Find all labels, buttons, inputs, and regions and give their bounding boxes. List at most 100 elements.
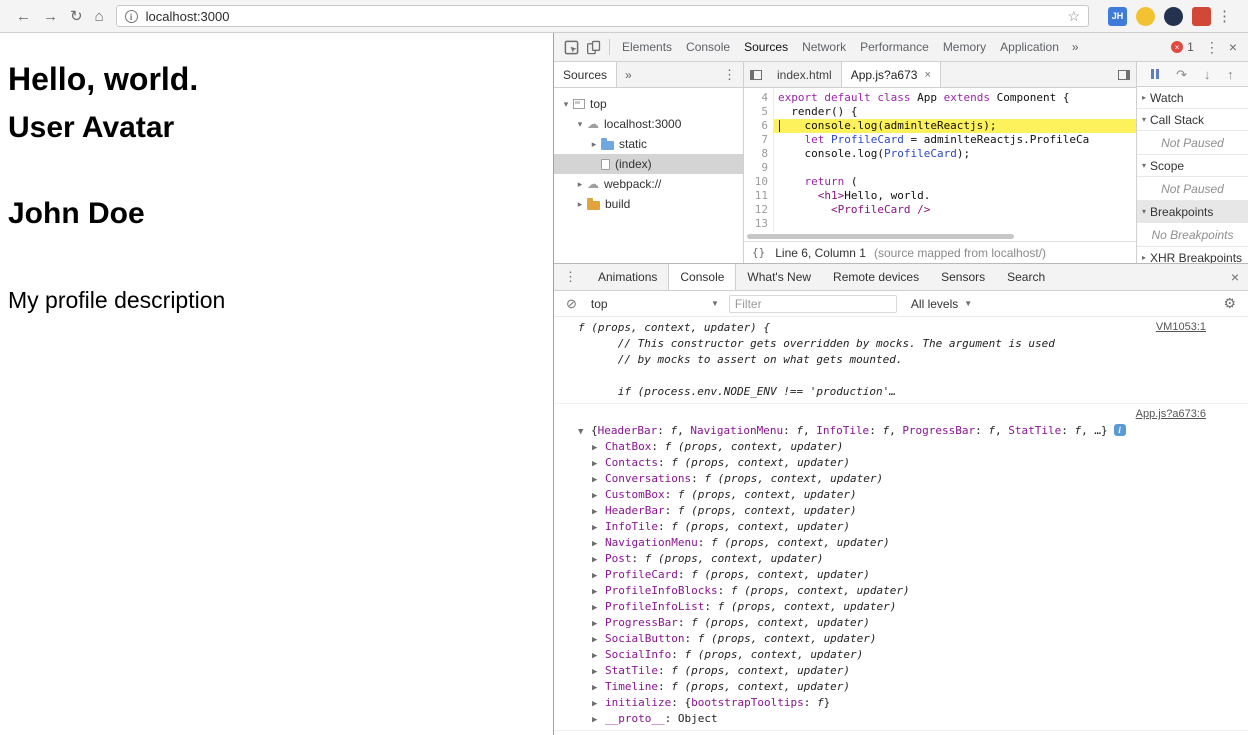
object-property[interactable]: ▶ InfoTile: f (props, context, updater)	[592, 519, 1236, 535]
editor-tab-index-html[interactable]: index.html	[768, 62, 842, 87]
devtools-close-icon[interactable]: ×	[1229, 39, 1237, 55]
page-info-icon[interactable]	[124, 9, 138, 23]
tree-item-webpack[interactable]: ▸ webpack://	[554, 174, 743, 194]
object-property[interactable]: ▶ Conversations: f (props, context, updat…	[592, 471, 1236, 487]
devtools-menu-icon[interactable]: ⋮	[1205, 39, 1219, 56]
drawer-tab-search[interactable]: Search	[996, 264, 1056, 290]
collapse-triangle-icon[interactable]: ▼	[578, 424, 591, 439]
expand-triangle-icon[interactable]: ▶	[592, 520, 605, 535]
object-property[interactable]: ▶ ProgressBar: f (props, context, updater…	[592, 615, 1236, 631]
expand-triangle-icon[interactable]: ▶	[592, 472, 605, 487]
expand-triangle-icon[interactable]: ▶	[592, 632, 605, 647]
browser-menu-icon[interactable]: ⋮	[1217, 7, 1232, 25]
expander-icon[interactable]: ▾	[574, 119, 586, 130]
object-property[interactable]: ▶ ChatBox: f (props, context, updater)	[592, 439, 1236, 455]
tree-item-static[interactable]: ▸ static	[554, 134, 743, 154]
object-property[interactable]: ▶ NavigationMenu: f (props, context, upda…	[592, 535, 1236, 551]
expand-triangle-icon[interactable]: ▶	[592, 648, 605, 663]
devtools-tab-application[interactable]: Application	[993, 33, 1066, 62]
expander-icon[interactable]: ▾	[560, 99, 572, 110]
step-out-icon[interactable]: ↑	[1227, 68, 1234, 81]
bookmark-star-icon[interactable]: ☆	[1067, 8, 1080, 25]
log-level-selector[interactable]: All levels ▼	[911, 297, 972, 311]
pause-script-icon[interactable]	[1151, 69, 1160, 79]
object-property[interactable]: ▶ ProfileInfoList: f (props, context, upd…	[592, 599, 1236, 615]
editor-tab-app-js-a673[interactable]: App.js?a673 ×	[841, 62, 941, 87]
navigator-menu-icon[interactable]: ⋮	[716, 67, 743, 83]
navigator-tab-sources[interactable]: Sources	[554, 62, 618, 87]
home-icon[interactable]: ⌂	[95, 8, 104, 25]
drawer-tab-sensors[interactable]: Sensors	[930, 264, 996, 290]
object-property[interactable]: ▶ SocialInfo: f (props, context, updater)	[592, 647, 1236, 663]
expand-triangle-icon[interactable]: ▶	[592, 664, 605, 679]
expand-triangle-icon[interactable]: ▶	[592, 712, 605, 727]
extension-icon-4[interactable]	[1192, 6, 1211, 26]
expand-triangle-icon[interactable]: ▶	[592, 536, 605, 551]
expand-triangle-icon[interactable]: ▶	[592, 504, 605, 519]
object-property[interactable]: ▶ HeaderBar: f (props, context, updater)	[592, 503, 1236, 519]
step-into-icon[interactable]: ↓	[1204, 68, 1211, 81]
expand-triangle-icon[interactable]: ▶	[592, 488, 605, 503]
back-icon[interactable]: ←	[16, 8, 31, 25]
devtools-tab-memory[interactable]: Memory	[936, 33, 993, 62]
expand-triangle-icon[interactable]: ▶	[592, 600, 605, 615]
expand-triangle-icon[interactable]: ▶	[592, 440, 605, 455]
expand-triangle-icon[interactable]: ▶	[592, 552, 605, 567]
drawer-tab-what-s-new[interactable]: What's New	[736, 264, 822, 290]
more-navigator-tabs-icon[interactable]: »	[617, 68, 640, 82]
extension-icon-3[interactable]	[1164, 6, 1183, 26]
tree-item-index[interactable]: (index)	[554, 154, 743, 174]
object-preview[interactable]: ▼ {HeaderBar: f, NavigationMenu: f, InfoT…	[578, 423, 1236, 439]
debugger-section-breakpoints[interactable]: ▾ Breakpoints	[1137, 201, 1248, 223]
expand-triangle-icon[interactable]: ▶	[592, 456, 605, 471]
expander-icon[interactable]: ▸	[588, 139, 600, 150]
close-tab-icon[interactable]: ×	[924, 69, 930, 81]
more-panels-icon[interactable]: »	[1066, 40, 1085, 54]
drawer-tab-remote-devices[interactable]: Remote devices	[822, 264, 930, 290]
drawer-tab-console[interactable]: Console	[668, 264, 737, 290]
tree-item-localhost-3000[interactable]: ▾ localhost:3000	[554, 114, 743, 134]
extension-icon-jh[interactable]: JH	[1108, 6, 1127, 26]
object-property[interactable]: ▶ StatTile: f (props, context, updater)	[592, 663, 1236, 679]
devtools-tab-sources[interactable]: Sources	[737, 33, 795, 62]
expander-icon[interactable]: ▸	[574, 199, 586, 210]
extension-icon-2[interactable]	[1136, 6, 1155, 26]
object-property[interactable]: ▶ Post: f (props, context, updater)	[592, 551, 1236, 567]
devtools-tab-elements[interactable]: Elements	[615, 33, 679, 62]
console-settings-icon[interactable]: ⚙	[1223, 295, 1236, 312]
object-property[interactable]: ▶ __proto__: Object	[592, 711, 1236, 727]
debugger-section-xhr-breakpoints[interactable]: ▸ XHR Breakpoints	[1137, 247, 1248, 263]
tree-item-top[interactable]: ▾ top	[554, 94, 743, 114]
device-toolbar-icon[interactable]	[582, 37, 604, 57]
object-property[interactable]: ▶ SocialButton: f (props, context, update…	[592, 631, 1236, 647]
devtools-tab-performance[interactable]: Performance	[853, 33, 936, 62]
scrollbar-thumb[interactable]	[747, 234, 1014, 239]
toggle-debugger-icon[interactable]	[1112, 62, 1136, 87]
expand-triangle-icon[interactable]: ▶	[592, 584, 605, 599]
horizontal-scrollbar[interactable]	[744, 232, 1136, 241]
source-location-link[interactable]: App.js?a673:6	[1136, 408, 1206, 420]
object-property[interactable]: ▶ ProfileInfoBlocks: f (props, context, u…	[592, 583, 1236, 599]
code-editor[interactable]: 4 5 6 7 8 9 10 11 12 13 export default class App …	[744, 88, 1136, 232]
devtools-tab-network[interactable]: Network	[795, 33, 853, 62]
console-filter-input[interactable]	[728, 294, 897, 313]
address-bar[interactable]: localhost:3000 ☆	[115, 5, 1089, 27]
toggle-navigator-icon[interactable]	[744, 62, 768, 87]
step-over-icon[interactable]: ↷	[1176, 68, 1187, 81]
forward-icon[interactable]: →	[43, 8, 58, 25]
inspect-element-icon[interactable]	[560, 37, 582, 57]
devtools-tab-console[interactable]: Console	[679, 33, 737, 62]
object-property[interactable]: ▶ CustomBox: f (props, context, updater)	[592, 487, 1236, 503]
expand-triangle-icon[interactable]: ▶	[592, 568, 605, 583]
debugger-section-scope[interactable]: ▾ Scope	[1137, 155, 1248, 177]
object-property[interactable]: ▶ ProfileCard: f (props, context, updater…	[592, 567, 1236, 583]
error-badge[interactable]: × 1	[1171, 40, 1194, 54]
debugger-section-call-stack[interactable]: ▾ Call Stack	[1137, 109, 1248, 131]
expand-triangle-icon[interactable]: ▶	[592, 680, 605, 695]
drawer-close-icon[interactable]: ×	[1222, 264, 1248, 290]
pretty-print-icon[interactable]: {}	[752, 246, 765, 259]
debugger-section-watch[interactable]: ▸ Watch	[1137, 87, 1248, 109]
url-text[interactable]: localhost:3000	[146, 9, 1068, 24]
expand-triangle-icon[interactable]: ▶	[592, 616, 605, 631]
object-property[interactable]: ▶ Contacts: f (props, context, updater)	[592, 455, 1236, 471]
